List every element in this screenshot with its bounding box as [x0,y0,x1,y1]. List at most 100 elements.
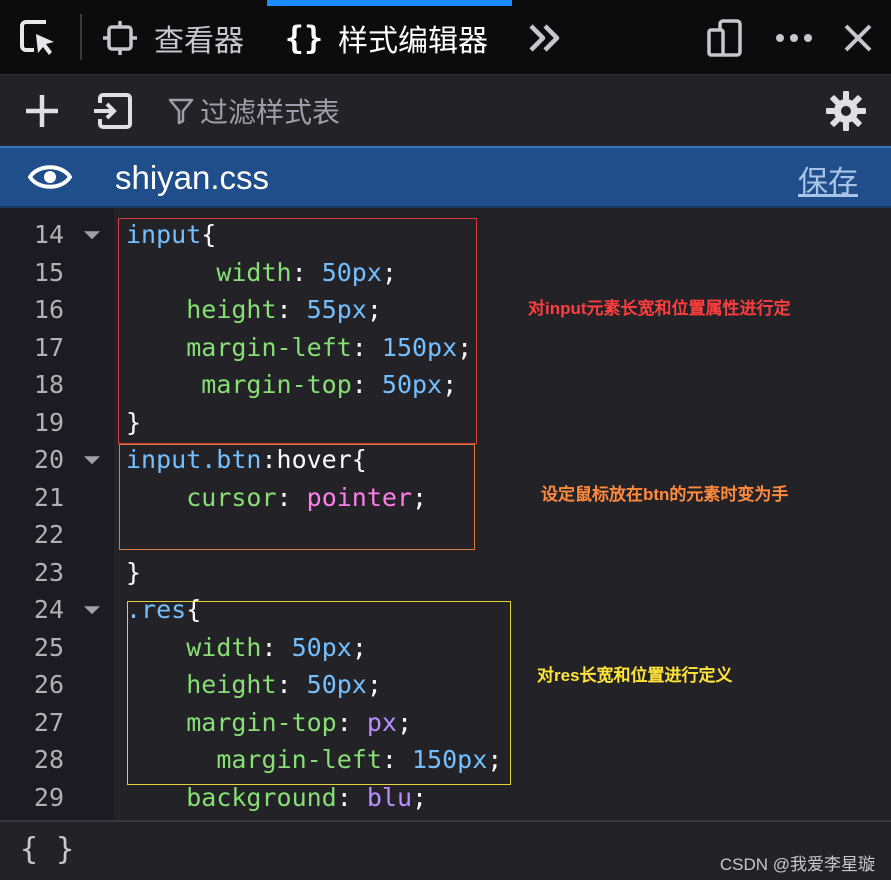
code-editor[interactable]: 14 input{15 width: 50px; 16 height: 55px; 1… [0,208,891,820]
new-stylesheet-button[interactable] [22,91,62,131]
code-token: ; [396,707,413,737]
code-token: margin-top [201,370,352,399]
annotation-note-res: 对res长宽和位置进行定义 [537,666,733,685]
eye-icon [27,165,73,189]
line-number: 14 [33,220,64,249]
code-token: ; [412,482,428,512]
code-token: px [366,707,397,737]
code-token: pointer [306,482,412,512]
fold-arrow-icon[interactable] [84,216,100,254]
import-stylesheet-button[interactable] [90,89,136,133]
more-menu-button[interactable] [772,16,816,60]
stylesheet-list-item[interactable]: shiyan.css 保存 [0,146,891,208]
tab-style-editor-label: 样式编辑器 [338,25,488,58]
line-number: 28 [33,745,64,774]
code-line[interactable]: 26 height: 50px; [0,666,891,704]
code-text: height: 55px; [126,291,382,329]
line-number: 23 [33,557,64,587]
code-line[interactable]: 14 input{ [0,216,891,254]
code-text: height: 50px; [126,666,382,704]
code-text: input{ [126,216,216,254]
code-token: } [126,407,142,437]
pretty-print-button[interactable]: { } [20,832,74,867]
code-line[interactable]: 27 margin-top: px; [0,704,891,742]
code-line[interactable]: 15 width: 50px; [0,254,891,292]
line-number: 21 [33,482,64,512]
code-token: : [276,482,307,512]
code-token: : [351,370,382,399]
code-token: : [261,632,292,662]
tab-inspector[interactable]: 查看器 [100,14,244,62]
close-button[interactable] [838,16,878,60]
watermark: CSDN @我爱李星璇 [719,855,875,874]
code-token: height [186,670,277,699]
code-text: cursor: pointer; [126,479,427,517]
active-tab-indicator [267,0,512,6]
code-token: ; [457,332,473,362]
gear-icon [826,91,866,131]
close-icon [844,24,872,52]
code-token: 50px [321,257,382,287]
toggle-visibility-button[interactable] [27,160,73,194]
code-token: 50px [381,370,443,399]
fold-arrow-icon[interactable] [84,441,100,479]
code-line[interactable]: 28 margin-left: 150px; [0,741,891,779]
code-text: width: 50px; [126,629,367,667]
annotation-note-input: 对input元素长宽和位置属性进行定 [528,299,791,318]
line-number: 15 [33,257,64,287]
code-token: .res [126,595,187,624]
code-token: background [186,782,337,812]
code-token: height [186,295,277,324]
dock-side-icon [707,19,742,57]
code-text: .res{ [126,591,201,629]
fold-arrow-icon[interactable] [84,591,100,629]
code-text: margin-left: 150px; [126,741,502,779]
code-token: ; [366,670,382,699]
code-token: : [336,707,367,737]
tab-style-editor[interactable]: {} 样式编辑器 [284,14,488,62]
braces-icon: {} [284,19,324,57]
code-line[interactable]: 24 .res{ [0,591,891,629]
code-token: 150px [412,745,488,774]
code-token: ; [351,632,367,662]
code-token: width [216,257,292,287]
code-line[interactable]: 29 background: blu; [0,779,891,817]
dock-options-button[interactable] [704,16,748,60]
code-text: background: blu; [126,779,427,817]
code-token: input [126,220,202,249]
code-token: ; [442,370,458,399]
code-line[interactable]: 20 input.btn:hover{ [0,441,891,479]
code-token: margin-top [186,707,337,737]
code-token: : [381,745,412,774]
devtools-tab-bar: 查看器 {} 样式编辑器 [0,0,891,74]
code-token: ; [412,782,428,812]
line-number: 27 [33,707,64,737]
code-line[interactable]: 17 margin-left: 150px; [0,329,891,367]
code-token: : [351,332,382,362]
code-token: ; [381,257,397,287]
line-number: 29 [33,782,64,812]
element-picker-button[interactable] [16,16,60,60]
double-chevron-right-icon [529,24,560,52]
code-line[interactable]: 23} [0,554,891,592]
settings-button[interactable] [824,89,868,133]
editor-footer: { } CSDN @我爱李星璇 [0,820,891,880]
save-link[interactable]: 保存 [798,157,858,201]
code-token: input.btn [126,445,262,474]
line-number: 20 [33,445,64,474]
line-number: 26 [33,670,64,699]
code-line[interactable]: 19} [0,404,891,442]
code-text: margin-top: 50px; [126,366,457,404]
code-line[interactable]: 18 margin-top: 50px; [0,366,891,404]
more-tools-chevron[interactable] [525,14,565,62]
filter-stylesheets-field[interactable]: 过滤样式表 [168,89,340,133]
tab-inspector-label: 查看器 [154,25,244,58]
code-line[interactable]: 25 width: 50px; [0,629,891,667]
code-line[interactable]: 22 [0,516,891,554]
